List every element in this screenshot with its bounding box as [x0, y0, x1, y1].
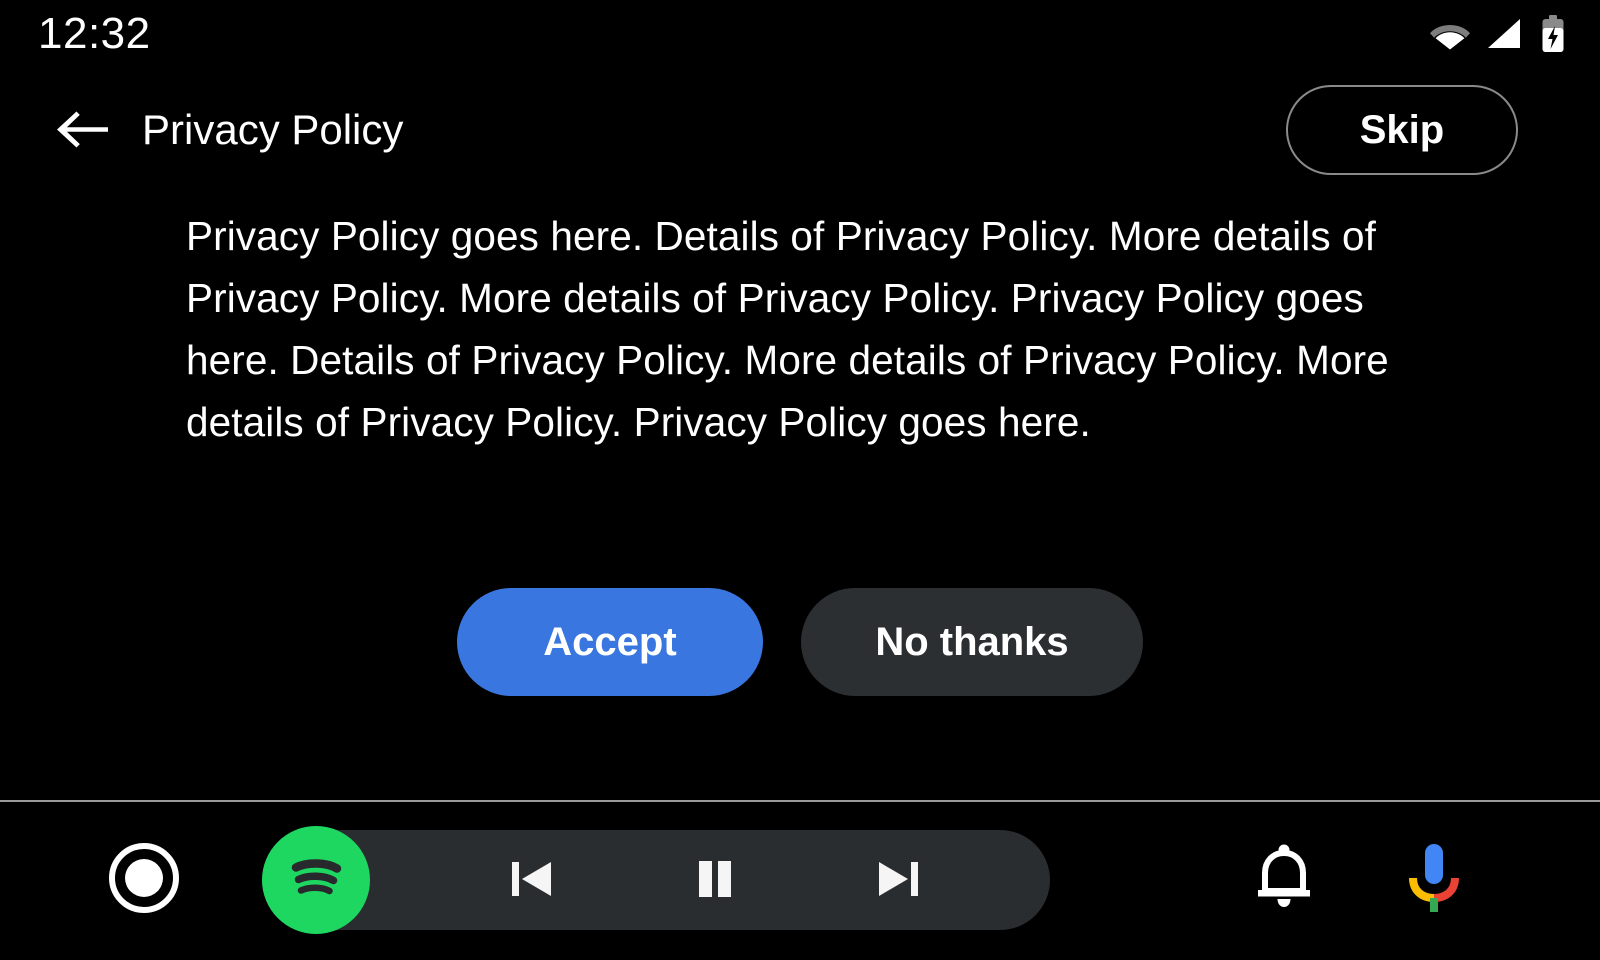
spotify-app-button[interactable]: [262, 826, 370, 934]
media-transport-controls: [380, 830, 1050, 930]
policy-content: Privacy Policy goes here. Details of Pri…: [186, 205, 1401, 453]
pause-button[interactable]: [673, 838, 757, 922]
spotify-icon: [279, 841, 353, 920]
action-buttons: Accept No thanks: [0, 588, 1600, 696]
skip-previous-icon: [503, 850, 561, 911]
status-bar: 12:32: [0, 0, 1600, 68]
bottom-nav-bar: [0, 802, 1600, 960]
notifications-button[interactable]: [1242, 838, 1326, 922]
assistant-button[interactable]: [1392, 836, 1476, 924]
back-button[interactable]: [50, 98, 114, 162]
bell-icon: [1251, 843, 1317, 918]
android-auto-screen: 12:32 Privacy Policy Skip Privacy Policy…: [0, 0, 1600, 960]
previous-track-button[interactable]: [490, 838, 574, 922]
battery-charging-icon: [1540, 15, 1566, 53]
cellular-signal-icon: [1486, 18, 1524, 50]
status-clock: 12:32: [38, 9, 151, 58]
next-track-button[interactable]: [856, 838, 940, 922]
media-control-pill: [262, 826, 1050, 934]
home-circle-icon: [107, 841, 181, 920]
accept-button[interactable]: Accept: [457, 588, 763, 696]
page-title: Privacy Policy: [142, 106, 404, 153]
arrow-left-icon: [54, 105, 110, 156]
wifi-icon: [1430, 18, 1470, 50]
skip-next-icon: [869, 850, 927, 911]
policy-body-text: Privacy Policy goes here. Details of Pri…: [186, 213, 1389, 445]
skip-button[interactable]: Skip: [1286, 85, 1518, 175]
google-assistant-mic-icon: [1404, 840, 1464, 921]
no-thanks-button[interactable]: No thanks: [801, 588, 1143, 696]
pause-icon: [686, 850, 744, 911]
app-header: Privacy Policy Skip: [0, 78, 1600, 182]
status-bar-icons: [1430, 15, 1566, 53]
home-button[interactable]: [104, 840, 184, 920]
